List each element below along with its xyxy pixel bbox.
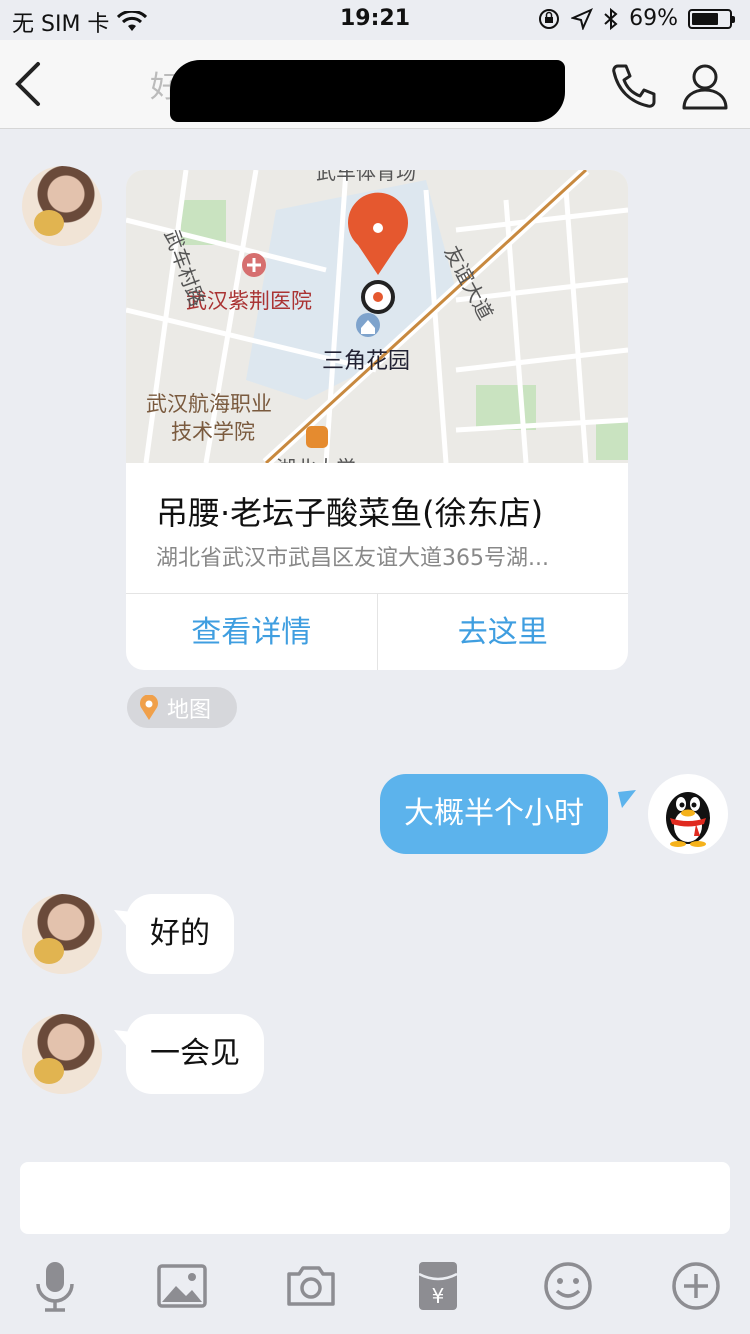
card-actions: 查看详情 去这里	[126, 593, 628, 670]
map-label-school-1: 武汉航海职业	[146, 392, 272, 416]
image-icon[interactable]	[154, 1258, 210, 1314]
redacted-title-mark	[170, 60, 565, 122]
bluetooth-icon	[604, 7, 618, 30]
red-packet-icon[interactable]: ¥	[410, 1258, 466, 1314]
svg-text:¥: ¥	[432, 1284, 445, 1308]
status-bar: 无 SIM 卡 19:21 69%	[0, 0, 750, 40]
contact-avatar[interactable]	[22, 166, 102, 246]
battery-percent: 69%	[629, 6, 678, 31]
phone-icon[interactable]	[608, 60, 660, 112]
map-tag-label: 地图	[167, 697, 212, 723]
contact-avatar[interactable]	[22, 894, 102, 974]
plus-icon[interactable]	[668, 1258, 724, 1314]
map-preview[interactable]: 武汉紫荆医院 三角花园 武汉航海职业 技术学院 武车村路 友谊大道 武车体育场 …	[126, 170, 628, 463]
contact-avatar[interactable]	[22, 1014, 102, 1094]
map-label-park: 三角花园	[322, 349, 411, 374]
message-input[interactable]	[20, 1162, 730, 1234]
bubble-tail-outgoing	[618, 790, 636, 808]
status-right: 69%	[537, 6, 735, 31]
location-arrow-icon	[571, 7, 594, 30]
my-avatar[interactable]	[648, 774, 728, 854]
camera-icon[interactable]	[283, 1258, 339, 1314]
navigate-button[interactable]: 去这里	[376, 594, 629, 670]
microphone-icon[interactable]	[27, 1258, 83, 1314]
profile-icon[interactable]	[680, 60, 730, 112]
nav-bar: 好	[0, 40, 750, 129]
message-bubble-outgoing[interactable]: 大概半个小时	[380, 774, 608, 854]
map-source-tag[interactable]: 地图	[127, 687, 237, 728]
place-name: 吊腰·老坛子酸菜鱼(徐东店)	[156, 494, 544, 532]
back-chevron-icon[interactable]	[10, 58, 50, 110]
location-card[interactable]: 武汉紫荆医院 三角花园 武汉航海职业 技术学院 武车村路 友谊大道 武车体育场 …	[126, 170, 628, 670]
message-bubble-incoming[interactable]: 好的	[126, 894, 234, 974]
map-label-school-2: 技术学院	[171, 420, 255, 444]
rotation-lock-icon	[539, 8, 560, 29]
map-label-top: 武车体育场	[316, 170, 416, 184]
penguin-avatar-icon	[666, 792, 710, 847]
emoji-icon[interactable]	[540, 1258, 596, 1314]
map-pin-icon	[140, 694, 158, 720]
map-label-bottom: 湖北大学	[276, 452, 356, 463]
battery-icon	[688, 8, 735, 29]
place-address: 湖北省武汉市武昌区友谊大道365号湖...	[156, 546, 549, 571]
view-details-button[interactable]: 查看详情	[126, 594, 377, 670]
message-bubble-incoming[interactable]: 一会见	[126, 1014, 264, 1094]
